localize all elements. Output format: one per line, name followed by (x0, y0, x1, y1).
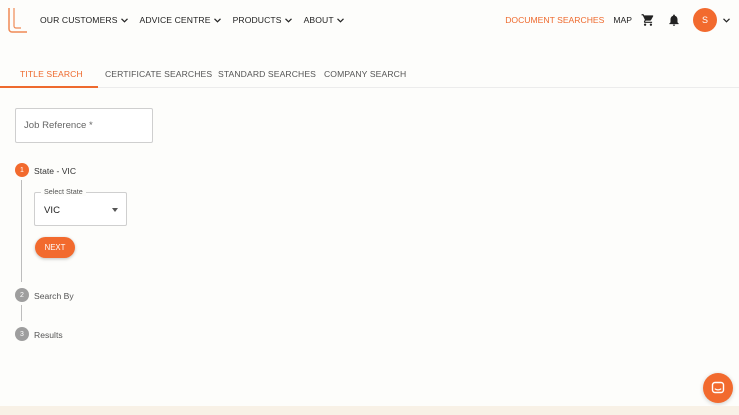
active-tab-indicator (0, 86, 98, 88)
select-state-dropdown[interactable]: Select State VIC (34, 187, 127, 226)
nav-label: ABOUT (303, 15, 334, 25)
chevron-down-icon (213, 17, 221, 23)
chevron-down-icon (284, 17, 292, 23)
step-1-label: State - VIC (34, 166, 77, 176)
map-link[interactable]: MAP (613, 15, 632, 25)
avatar[interactable]: S (693, 8, 717, 32)
select-state-value: VIC (44, 205, 60, 216)
step-2-label: Search By (34, 291, 74, 301)
job-reference-input[interactable] (16, 109, 152, 142)
tab-certificate-searches[interactable]: CERTIFICATE SEARCHES (105, 69, 212, 79)
bell-icon[interactable] (667, 13, 681, 27)
chevron-down-icon[interactable] (723, 17, 730, 23)
step-3-label: Results (34, 330, 63, 340)
footer-strip (0, 406, 739, 415)
search-tabs: TITLE SEARCH CERTIFICATE SEARCHES STANDA… (0, 58, 739, 88)
nav-advice-centre[interactable]: ADVICE CENTRE (140, 15, 221, 25)
step-number: 3 (20, 330, 24, 338)
step-connector (21, 180, 22, 282)
chevron-down-icon (336, 17, 344, 23)
chevron-down-icon (120, 17, 128, 23)
nav-our-customers[interactable]: OUR CUSTOMERS (40, 15, 128, 25)
logo-icon[interactable] (7, 7, 29, 34)
step-connector (21, 305, 22, 321)
step-number: 2 (20, 291, 24, 299)
chat-launcher-button[interactable] (703, 373, 733, 403)
step-number: 1 (20, 166, 24, 174)
step-2-indicator: 2 (15, 288, 29, 302)
tab-company-search[interactable]: COMPANY SEARCH (324, 69, 406, 79)
dropdown-arrow-icon (112, 208, 118, 212)
nav-about[interactable]: ABOUT (304, 15, 344, 25)
tab-standard-searches[interactable]: STANDARD SEARCHES (218, 69, 316, 79)
nav-products[interactable]: PRODUCTS (233, 15, 292, 25)
step-3-indicator: 3 (15, 327, 29, 341)
nav-label: PRODUCTS (232, 15, 282, 25)
job-reference-field (15, 108, 153, 143)
next-button[interactable]: NEXT (35, 237, 75, 258)
avatar-initial: S (701, 15, 708, 25)
top-navigation-bar: OUR CUSTOMERS ADVICE CENTRE PRODUCTS ABO… (0, 0, 739, 40)
cart-icon[interactable] (641, 13, 655, 27)
nav-label: ADVICE CENTRE (139, 15, 211, 25)
step-1-indicator: 1 (15, 163, 29, 177)
chat-icon (711, 381, 725, 394)
nav-label: OUR CUSTOMERS (40, 15, 118, 25)
main-nav: OUR CUSTOMERS ADVICE CENTRE PRODUCTS ABO… (40, 15, 344, 25)
select-state-label: Select State (41, 187, 86, 196)
document-searches-link[interactable]: DOCUMENT SEARCHES (505, 15, 604, 25)
tab-title-search[interactable]: TITLE SEARCH (20, 69, 83, 79)
header-actions: DOCUMENT SEARCHES MAP S (505, 8, 739, 32)
